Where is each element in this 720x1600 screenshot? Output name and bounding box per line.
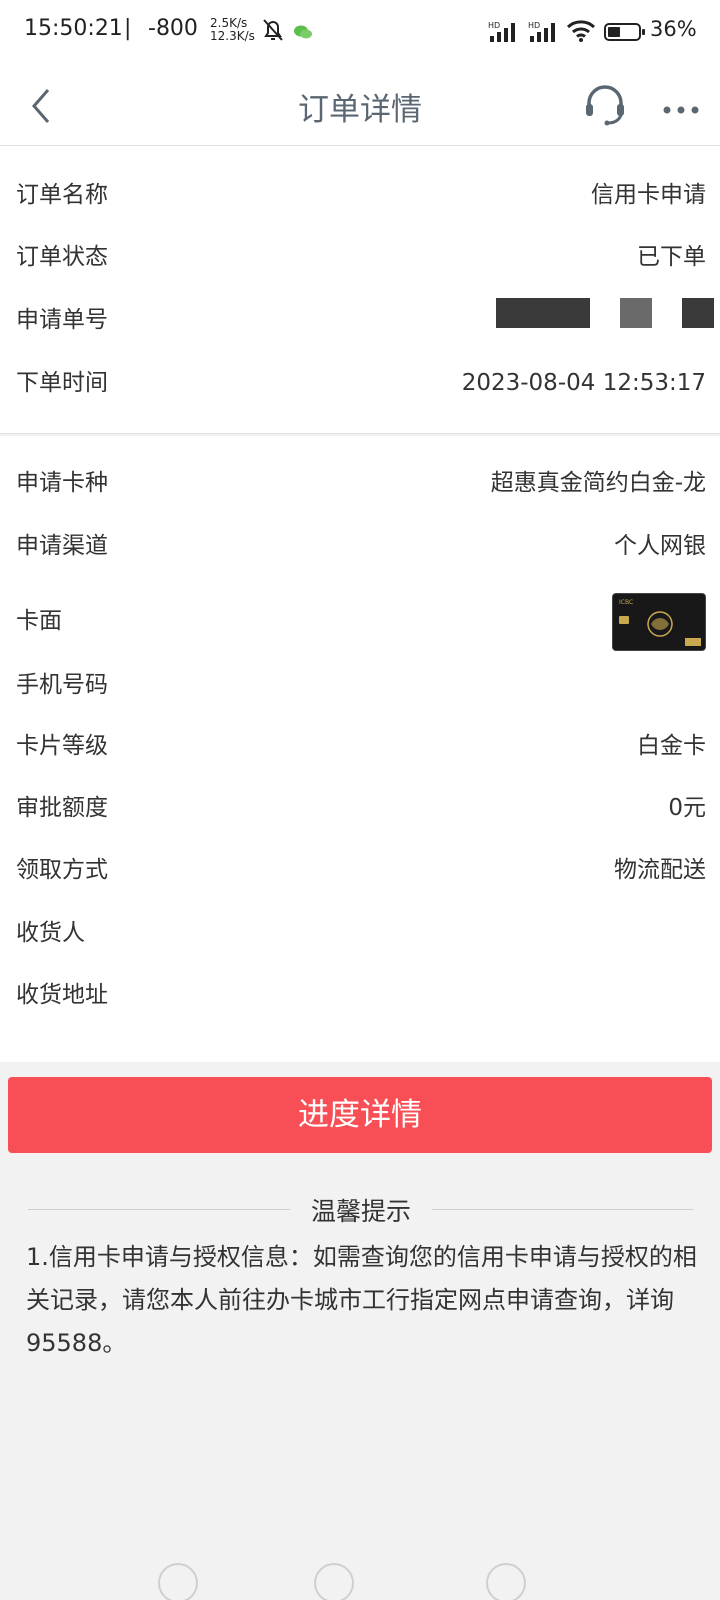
- order-name-value: 信用卡申请: [591, 182, 706, 208]
- divider: [28, 1209, 290, 1210]
- recipient-label: 收货人: [16, 920, 85, 946]
- wechat-icon: [294, 24, 312, 43]
- card-level-label: 卡片等级: [16, 733, 108, 759]
- more-dots-icon[interactable]: [662, 100, 700, 119]
- status-speed: 2.5K/s 12.3K/s: [210, 17, 255, 43]
- card-row-delivery: 领取方式 物流配送: [0, 850, 720, 890]
- order-row-status: 订单状态 已下单: [0, 237, 720, 277]
- tips-title: 温馨提示: [310, 1197, 411, 1226]
- card-info-section: 申请卡种 超惠真金简约白金-龙 申请渠道 个人网银 卡面 ICBC 手机号码 卡…: [0, 436, 720, 1062]
- order-time-value: 2023-08-04 12:53:17: [461, 370, 706, 396]
- signal-hd-icon: HD: [488, 20, 520, 46]
- decorative-circle: [486, 1563, 526, 1600]
- card-face-image[interactable]: ICBC: [612, 593, 706, 651]
- delivery-method-label: 领取方式: [16, 857, 108, 883]
- nav-bar: 订单详情: [0, 64, 720, 146]
- delivery-method-value: 物流配送: [614, 857, 706, 883]
- svg-text:HD: HD: [528, 21, 540, 30]
- card-row-level: 卡片等级 白金卡: [0, 726, 720, 766]
- card-level-value: 白金卡: [637, 733, 706, 759]
- channel-value: 个人网银: [614, 533, 706, 559]
- order-row-time: 下单时间 2023-08-04 12:53:17: [0, 363, 720, 403]
- card-row-type: 申请卡种 超惠真金简约白金-龙: [0, 463, 720, 503]
- card-row-recipient: 收货人: [0, 913, 720, 953]
- order-info-section: 订单名称 信用卡申请 订单状态 已下单 申请单号 下单时间 2023-08-04…: [0, 146, 720, 434]
- card-face-label: 卡面: [16, 608, 62, 634]
- decorative-circle: [158, 1563, 198, 1600]
- order-time-label: 下单时间: [16, 370, 108, 396]
- card-type-label: 申请卡种: [16, 470, 108, 496]
- card-row-address: 收货地址: [0, 975, 720, 1015]
- redacted-block: [682, 298, 714, 328]
- card-type-value: 超惠真金简约白金-龙: [490, 470, 706, 496]
- channel-label: 申请渠道: [16, 533, 108, 559]
- application-number-label: 申请单号: [16, 307, 108, 333]
- progress-details-button[interactable]: 进度详情: [8, 1077, 712, 1153]
- bell-muted-icon: [262, 18, 284, 46]
- card-row-channel: 申请渠道 个人网银: [0, 526, 720, 566]
- customer-service-headset-icon[interactable]: [582, 82, 628, 132]
- status-speed-down: 12.3K/s: [210, 29, 255, 43]
- order-status-label: 订单状态: [16, 244, 108, 270]
- redacted-block: [496, 298, 590, 328]
- status-separator: |: [124, 16, 132, 41]
- address-label: 收货地址: [16, 982, 108, 1008]
- tips-body: 1.信用卡申请与授权信息：如需查询您的信用卡申请与授权的相关记录，请您本人前往办…: [26, 1243, 697, 1357]
- svg-text:HD: HD: [488, 21, 500, 30]
- battery-icon: [604, 22, 646, 46]
- order-status-value: 已下单: [637, 244, 706, 270]
- approved-limit-value: 0元: [668, 795, 706, 821]
- card-row-phone: 手机号码: [0, 665, 720, 705]
- order-name-label: 订单名称: [16, 182, 108, 208]
- status-time: 15:50:21: [24, 16, 123, 41]
- status-network-value: -800: [148, 16, 198, 41]
- card-row-face: 卡面 ICBC: [0, 593, 720, 653]
- divider: [432, 1209, 694, 1210]
- card-row-limit: 审批额度 0元: [0, 788, 720, 828]
- phone-label: 手机号码: [16, 672, 108, 698]
- redacted-block: [620, 298, 652, 328]
- wifi-icon: [566, 20, 596, 46]
- svg-text:ICBC: ICBC: [619, 599, 633, 606]
- order-row-name: 订单名称 信用卡申请: [0, 175, 720, 215]
- decorative-circle: [314, 1563, 354, 1600]
- status-bar: 15:50:21 | -800 2.5K/s 12.3K/s HD HD 36%: [0, 0, 720, 64]
- battery-percent: 36%: [650, 17, 697, 41]
- approved-limit-label: 审批额度: [16, 795, 108, 821]
- order-row-number: 申请单号: [0, 300, 720, 340]
- signal-hd-icon: HD: [528, 20, 560, 46]
